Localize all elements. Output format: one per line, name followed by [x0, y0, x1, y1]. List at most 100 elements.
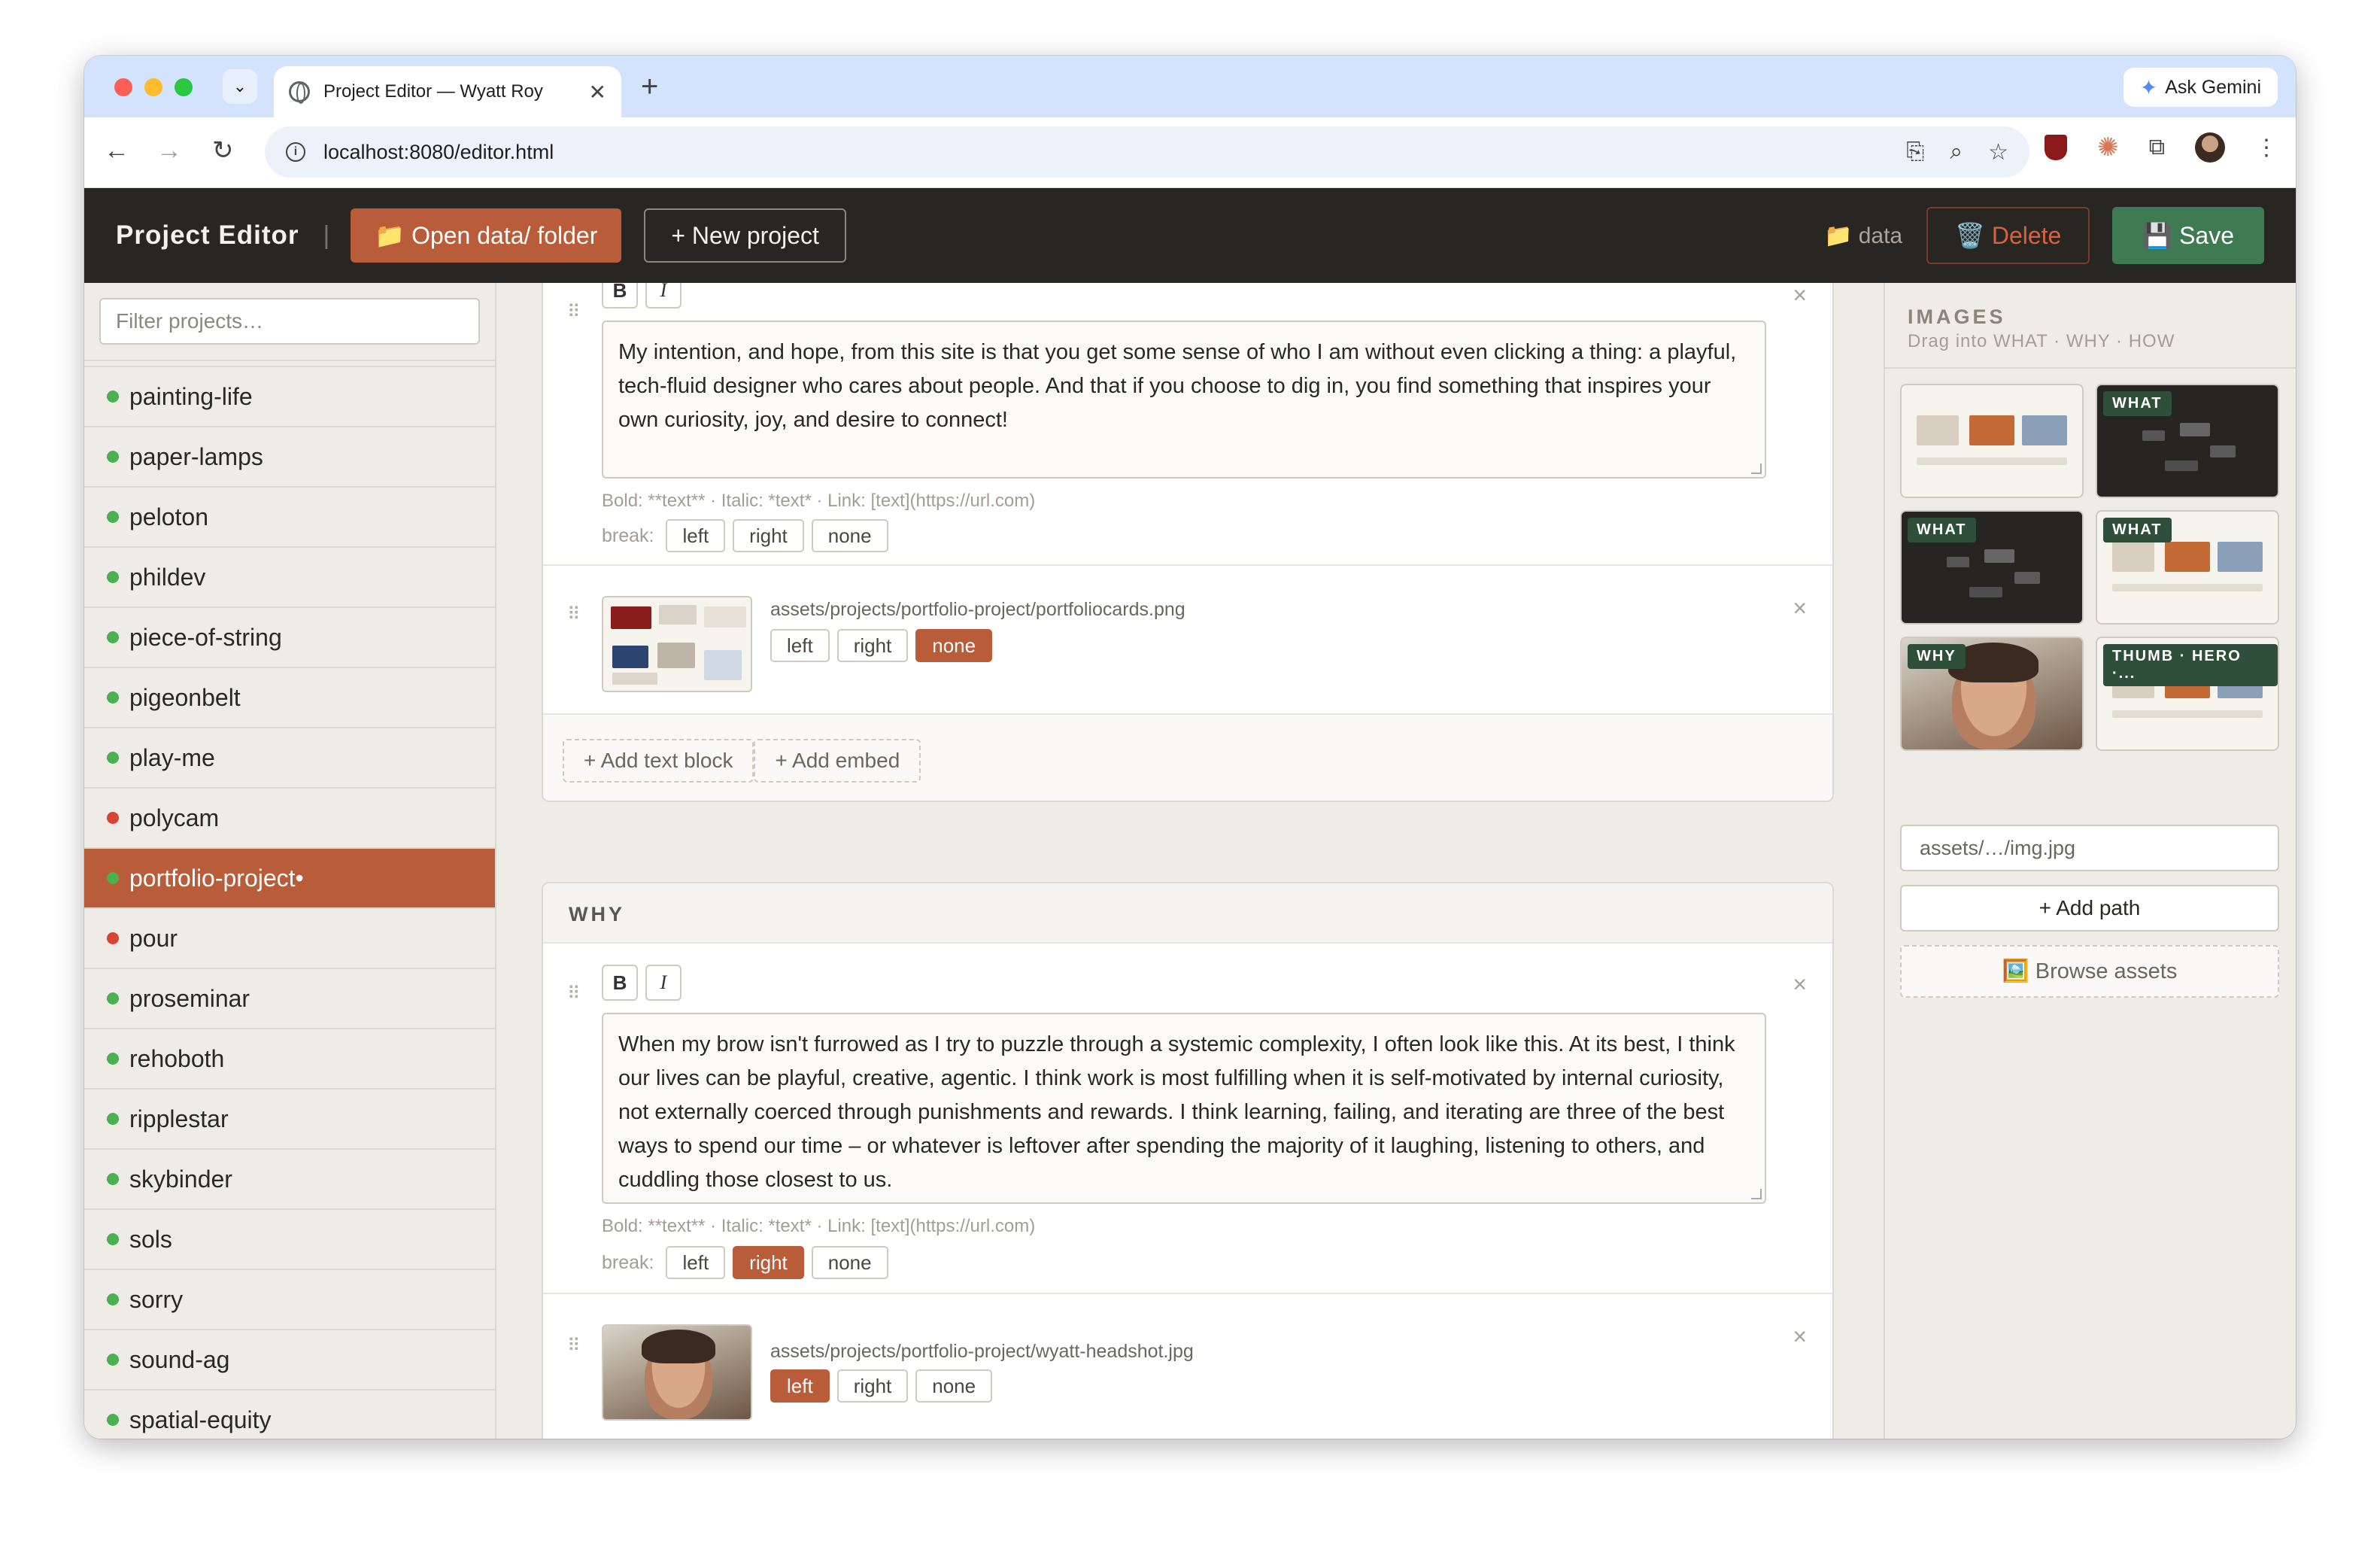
image-path-input[interactable]: [1900, 825, 2279, 871]
break-left-button[interactable]: left: [666, 1246, 726, 1279]
minimize-window-button[interactable]: [144, 78, 162, 96]
claude-extension-icon[interactable]: ✺: [2097, 132, 2119, 163]
image-break-none-button[interactable]: none: [915, 1369, 993, 1403]
project-item[interactable]: sols: [84, 1210, 495, 1270]
add-text-block-button[interactable]: + Add text block: [563, 739, 754, 783]
remove-block-close-icon[interactable]: ×: [1793, 594, 1807, 622]
back-arrow-icon[interactable]: ←: [104, 135, 129, 166]
site-info-icon[interactable]: i: [286, 142, 305, 162]
bookmark-star-icon[interactable]: ☆: [1988, 139, 2008, 166]
reload-icon[interactable]: ↻: [212, 135, 234, 166]
image-break-left-button[interactable]: left: [770, 629, 830, 662]
image-break-none-button[interactable]: none: [915, 629, 993, 662]
project-item[interactable]: play-me: [84, 728, 495, 789]
remove-block-close-icon[interactable]: ×: [1793, 971, 1807, 998]
app-header: Project Editor | 📁 Open data/ folder + N…: [84, 188, 2296, 283]
new-tab-button[interactable]: +: [641, 69, 658, 104]
text-block-textarea[interactable]: When my brow isn't furrowed as I try to …: [602, 1013, 1766, 1204]
close-window-button[interactable]: [114, 78, 132, 96]
browse-assets-button[interactable]: 🖼️ Browse assets: [1900, 945, 2279, 998]
bold-button[interactable]: B: [602, 283, 638, 308]
project-item[interactable]: sorry: [84, 1270, 495, 1330]
tab-search-chevron-icon[interactable]: ⌄: [223, 69, 257, 104]
browser-tab[interactable]: Project Editor — Wyatt Roy ✕: [274, 66, 621, 117]
address-bar[interactable]: i localhost:8080/editor.html ⎘ ⌕ ☆: [265, 126, 2029, 178]
image-tile[interactable]: THUMB · HERO ·...: [2096, 637, 2279, 751]
project-item[interactable]: painting-life: [84, 367, 495, 427]
project-item[interactable]: pour: [84, 909, 495, 969]
images-panel-subtitle: Drag into WHAT · WHY · HOW: [1908, 331, 2175, 351]
wyatt-headshot-thumbnail: [602, 1324, 752, 1421]
break-right-button[interactable]: right: [733, 1246, 804, 1279]
break-none-button[interactable]: none: [811, 519, 888, 552]
url-text[interactable]: localhost:8080/editor.html: [323, 141, 1906, 164]
drag-handle-icon[interactable]: ⠿: [567, 603, 581, 625]
project-item[interactable]: proseminar: [84, 969, 495, 1029]
image-path: assets/projects/portfolio-project/wyatt-…: [770, 1341, 1194, 1362]
image-block-what: ⠿ × assets/projects/portfolio-project/po…: [543, 566, 1832, 715]
project-item[interactable]: portfolio-project•: [84, 849, 495, 909]
gemini-sparkle-icon: ✦: [2139, 75, 2158, 99]
project-item-label: sols: [129, 1225, 172, 1253]
filter-projects-input[interactable]: [99, 298, 480, 345]
bold-button[interactable]: B: [602, 965, 638, 1001]
delete-button[interactable]: 🗑️ Delete: [1926, 207, 2090, 264]
resize-grip-icon[interactable]: [1751, 1189, 1762, 1199]
project-item[interactable]: polycam: [84, 789, 495, 849]
break-right-button[interactable]: right: [733, 519, 804, 552]
project-item[interactable]: spatial-equity: [84, 1390, 495, 1439]
text-block-content: My intention, and hope, from this site i…: [618, 340, 1737, 432]
ask-gemini-button[interactable]: ✦ Ask Gemini: [2123, 68, 2278, 107]
italic-button[interactable]: I: [645, 965, 682, 1001]
status-dot-icon: [107, 1053, 119, 1065]
add-embed-button[interactable]: + Add embed: [754, 739, 921, 783]
image-tile[interactable]: [1900, 384, 2084, 498]
save-button[interactable]: 💾 Save: [2112, 207, 2264, 264]
image-break-right-button[interactable]: right: [836, 1369, 909, 1403]
break-none-button[interactable]: none: [811, 1246, 888, 1279]
image-tile[interactable]: WHY: [1900, 637, 2084, 751]
install-app-icon[interactable]: ⎘: [1906, 139, 1924, 166]
drag-handle-icon[interactable]: ⠿: [567, 301, 581, 323]
image-tile[interactable]: WHAT: [2096, 510, 2279, 625]
project-item[interactable]: phildev: [84, 548, 495, 608]
extensions-puzzle-icon[interactable]: ⧉: [2149, 135, 2165, 160]
image-tile[interactable]: WHAT: [1900, 510, 2084, 625]
project-item-label: rehoboth: [129, 1044, 225, 1072]
project-item[interactable]: piece-of-string: [84, 608, 495, 668]
profile-avatar[interactable]: [2195, 132, 2225, 163]
browser-menu-icon[interactable]: ⋮: [2255, 135, 2278, 161]
image-tile-grid: WHAT WHAT WHAT WHY THUMB · HERO ·...: [1900, 384, 2279, 751]
project-item[interactable]: ripplestar: [84, 1090, 495, 1150]
resize-grip-icon[interactable]: [1751, 463, 1762, 474]
project-item-label: sound-ag: [129, 1345, 230, 1373]
italic-button[interactable]: I: [645, 283, 682, 308]
remove-block-close-icon[interactable]: ×: [1793, 283, 1807, 309]
format-hint: Bold: **text** · Italic: *text* · Link: …: [602, 1216, 1036, 1236]
image-break-left-button[interactable]: left: [770, 1369, 830, 1403]
project-item[interactable]: peloton: [84, 488, 495, 548]
image-tile[interactable]: WHAT: [2096, 384, 2279, 498]
break-left-button[interactable]: left: [666, 519, 726, 552]
project-item-label: sorry: [129, 1285, 184, 1313]
project-item[interactable]: rehoboth: [84, 1029, 495, 1090]
remove-block-close-icon[interactable]: ×: [1793, 1323, 1807, 1351]
tab-close-icon[interactable]: ✕: [589, 80, 606, 105]
drag-handle-icon[interactable]: ⠿: [567, 1335, 581, 1357]
shield-extension-icon[interactable]: [2045, 135, 2068, 160]
forward-arrow-icon[interactable]: →: [156, 135, 182, 166]
add-path-button[interactable]: + Add path: [1900, 885, 2279, 932]
new-project-button[interactable]: + New project: [644, 208, 846, 263]
break-options: break: left right none: [602, 519, 888, 552]
text-block-textarea[interactable]: My intention, and hope, from this site i…: [602, 321, 1766, 479]
drag-handle-icon[interactable]: ⠿: [567, 983, 581, 1004]
project-item[interactable]: pigeonbelt: [84, 668, 495, 728]
project-item[interactable]: skybinder: [84, 1150, 495, 1210]
image-break-right-button[interactable]: right: [836, 629, 909, 662]
maximize-window-button[interactable]: [175, 78, 193, 96]
zoom-icon[interactable]: ⌕: [1950, 139, 1963, 166]
project-item[interactable]: sound-ag: [84, 1330, 495, 1390]
project-item[interactable]: paper-lamps: [84, 427, 495, 488]
open-data-folder-button[interactable]: 📁 Open data/ folder: [351, 208, 622, 263]
section-what: ⠿ × B I My intention, and hope, from thi…: [542, 283, 1834, 802]
